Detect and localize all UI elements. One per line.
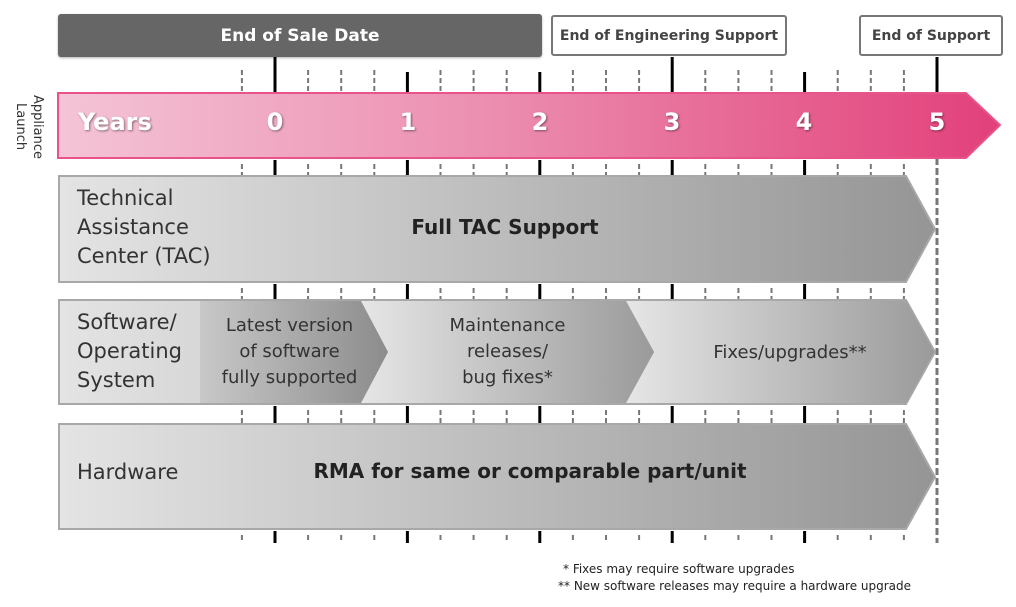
footnote-1: * Fixes may require software upgrades [563, 562, 795, 576]
software-segment-fixes-text: Fixes/upgrades** [690, 340, 890, 366]
segment-line: of software [239, 341, 340, 362]
year-3-label: 3 [663, 108, 681, 136]
years-label: Years [78, 108, 152, 136]
hardware-row-label: Hardware [77, 460, 179, 484]
lifecycle-diagram-graphics [57, 57, 1002, 543]
segment-line: Latest version [225, 315, 354, 336]
software-label-line: Operating [77, 339, 182, 363]
segment-line: fully supported [221, 367, 358, 388]
tac-row-label: Technical Assistance Center (TAC) [77, 184, 211, 271]
year-0-label: 0 [266, 108, 284, 136]
tac-row-text: Full TAC Support [411, 215, 599, 239]
segment-line: releases/ [466, 341, 549, 362]
hardware-row-text: RMA for same or comparable part/unit [313, 459, 747, 483]
footnote-2: ** New software releases may require a h… [558, 579, 912, 593]
software-segment-latest-text: Latest version of software fully support… [207, 313, 372, 391]
segment-line: bug fixes* [462, 367, 553, 388]
tac-label-line: Technical [77, 186, 174, 210]
segment-line: Maintenance [449, 315, 566, 336]
software-label-line: Software/ [77, 310, 177, 334]
tac-label-line: Center (TAC) [77, 244, 211, 268]
year-4-label: 4 [795, 108, 813, 136]
year-1-label: 1 [399, 108, 417, 136]
software-label-line: System [77, 368, 156, 392]
year-5-label: 5 [928, 108, 946, 136]
software-segment-maintenance-text: Maintenance releases/ bug fixes* [420, 313, 595, 391]
software-row-label: Software/ Operating System [77, 308, 182, 395]
year-2-label: 2 [531, 108, 549, 136]
segment-line: Fixes/upgrades** [713, 342, 867, 363]
tac-label-line: Assistance [77, 215, 189, 239]
